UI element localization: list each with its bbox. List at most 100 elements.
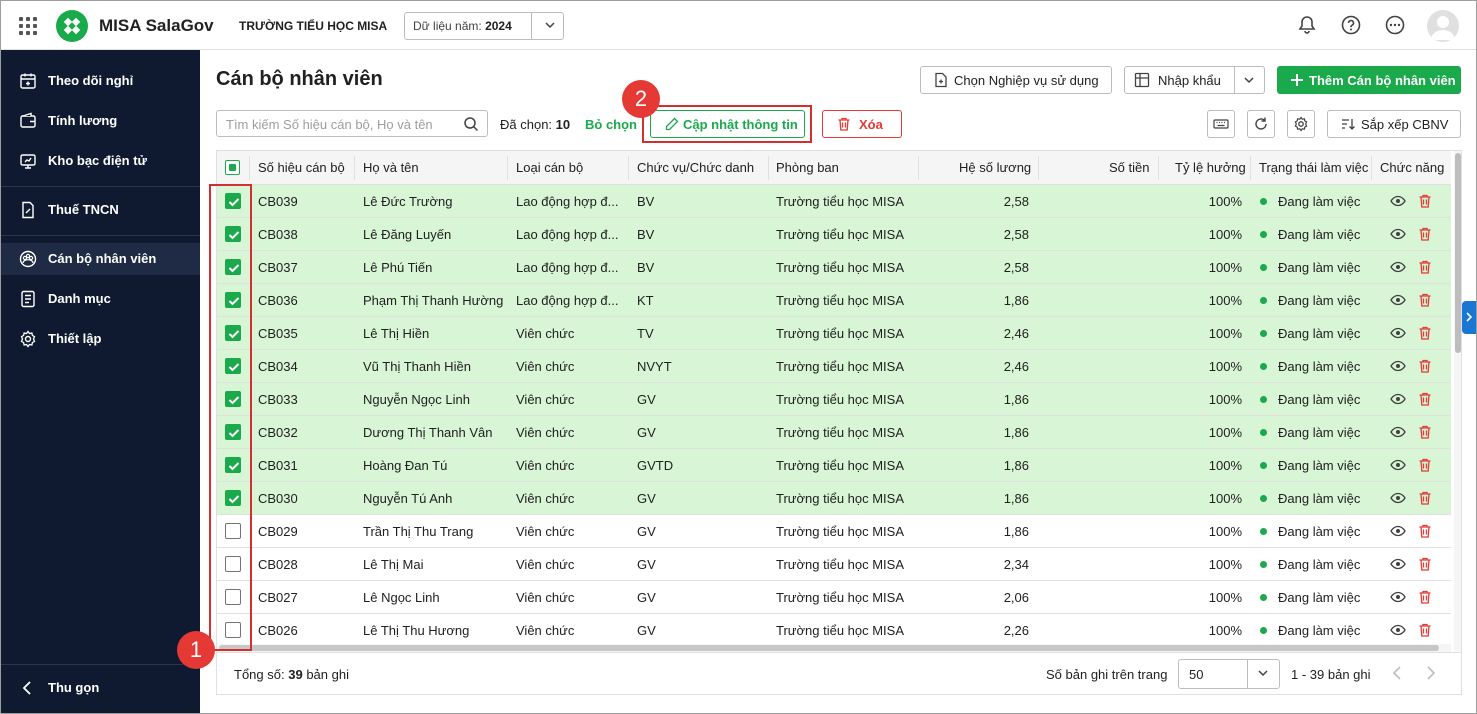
- view-icon[interactable]: [1390, 589, 1406, 605]
- column-header[interactable]: Chức vụ/Chức danh: [637, 160, 754, 175]
- trash-icon[interactable]: [1417, 424, 1433, 440]
- trash-icon[interactable]: [1417, 589, 1433, 605]
- cell-type: Viên chức: [516, 359, 575, 374]
- table-row[interactable]: CB031 Hoàng Đan Tú Viên chức GVTD Trường tiể…: [217, 449, 1451, 482]
- trash-icon[interactable]: [1417, 358, 1433, 374]
- view-icon[interactable]: [1390, 523, 1406, 539]
- add-staff-button[interactable]: Thêm Cán bộ nhân viên: [1277, 66, 1461, 94]
- vertical-scrollbar[interactable]: [1454, 151, 1461, 651]
- cell-coef: 2,34: [1003, 557, 1029, 572]
- cell-type: Lao động hợp đ...: [516, 260, 619, 275]
- table-row[interactable]: CB033 Nguyễn Ngọc Linh Viên chức GV Trường t…: [217, 383, 1451, 416]
- table-row[interactable]: CB026 Lê Thị Thu Hương Viên chức GV Trường t…: [217, 614, 1451, 647]
- view-icon[interactable]: [1390, 424, 1406, 440]
- keyboard-button[interactable]: [1207, 110, 1235, 138]
- table-row[interactable]: CB034 Vũ Thị Thanh Hiền Viên chức NVYT Trườn…: [217, 350, 1451, 383]
- per-page-select[interactable]: 50: [1178, 659, 1280, 689]
- table-row[interactable]: CB035 Lê Thị Hiền Viên chức TV Trường tiểu h…: [217, 317, 1451, 350]
- view-icon[interactable]: [1390, 193, 1406, 209]
- cell-position: GV: [637, 557, 656, 572]
- sidebar-item-payroll[interactable]: Tính lương: [1, 105, 200, 137]
- table-row[interactable]: CB027 Lê Ngọc Linh Viên chức GV Trường tiểu …: [217, 581, 1451, 614]
- cell-rate: 100%: [1208, 425, 1242, 440]
- trash-icon[interactable]: [1417, 325, 1433, 341]
- trash-icon[interactable]: [1417, 193, 1433, 209]
- view-icon[interactable]: [1390, 490, 1406, 506]
- trash-icon[interactable]: [1417, 259, 1433, 275]
- column-header[interactable]: Phòng ban: [776, 160, 839, 175]
- prev-page-icon[interactable]: [1390, 665, 1404, 681]
- table-row[interactable]: CB037 Lê Phú Tiến Lao động hợp đ... BV Trườn…: [217, 251, 1451, 284]
- column-header[interactable]: Hệ số lương: [959, 160, 1031, 175]
- deselect-link[interactable]: Bỏ chọn: [585, 117, 637, 132]
- sidebar-item-settings[interactable]: Thiết lập: [1, 323, 200, 355]
- trash-icon[interactable]: [1417, 490, 1433, 506]
- trash-icon[interactable]: [1417, 391, 1433, 407]
- table-row[interactable]: CB029 Trần Thị Thu Trang Viên chức GV Trường…: [217, 515, 1451, 548]
- apps-grid-icon[interactable]: [19, 17, 37, 35]
- column-header[interactable]: Tỷ lệ hưởng: [1175, 160, 1246, 175]
- refresh-button[interactable]: [1247, 110, 1275, 138]
- more-icon[interactable]: [1384, 14, 1406, 36]
- table-row[interactable]: CB032 Dương Thị Thanh Vân Viên chức GV Trườn…: [217, 416, 1451, 449]
- settings-button[interactable]: [1287, 110, 1315, 138]
- cell-type: Lao động hợp đ...: [516, 227, 619, 242]
- cell-status: Đang làm việc: [1278, 392, 1361, 407]
- next-page-icon[interactable]: [1424, 665, 1438, 681]
- avatar[interactable]: [1427, 10, 1459, 42]
- column-header[interactable]: Số hiệu cán bộ: [258, 160, 345, 175]
- search-input[interactable]: Tìm kiếm Số hiệu cán bộ, Họ và tên: [216, 110, 488, 137]
- column-header[interactable]: Trạng thái làm việc: [1259, 160, 1368, 175]
- trash-icon[interactable]: [1417, 457, 1433, 473]
- import-button[interactable]: Nhập khẩu: [1124, 66, 1265, 94]
- cell-position: GV: [637, 623, 656, 638]
- sidebar-item-staff[interactable]: Cán bộ nhân viên: [1, 243, 200, 275]
- side-panel-toggle[interactable]: [1462, 301, 1476, 334]
- choose-service-button[interactable]: Chọn Nghiệp vụ sử dụng: [920, 66, 1112, 94]
- column-header[interactable]: Số tiền: [1109, 160, 1149, 175]
- table-row[interactable]: CB039 Lê Đức Trường Lao động hợp đ... BV Trư…: [217, 185, 1451, 218]
- table-row[interactable]: CB036 Phạm Thị Thanh Hường Lao động hợp đ.…: [217, 284, 1451, 317]
- sort-staff-button[interactable]: Sắp xếp CBNV: [1327, 110, 1461, 138]
- view-icon[interactable]: [1390, 259, 1406, 275]
- view-icon[interactable]: [1390, 292, 1406, 308]
- chevron-down-icon[interactable]: [1242, 73, 1256, 87]
- cell-position: GVTD: [637, 458, 674, 473]
- view-icon[interactable]: [1390, 622, 1406, 638]
- view-icon[interactable]: [1390, 226, 1406, 242]
- cell-name: Trần Thị Thu Trang: [363, 524, 474, 539]
- cell-type: Viên chức: [516, 326, 575, 341]
- cell-type: Lao động hợp đ...: [516, 293, 619, 308]
- table-row[interactable]: CB028 Lê Thị Mai Viên chức GV Trường tiểu họ…: [217, 548, 1451, 581]
- column-header[interactable]: Loại cán bộ: [516, 160, 583, 175]
- trash-icon[interactable]: [1417, 556, 1433, 572]
- trash-icon[interactable]: [1417, 622, 1433, 638]
- sidebar-item-tax[interactable]: Thuế TNCN: [1, 194, 200, 226]
- column-header[interactable]: Họ và tên: [363, 160, 419, 175]
- select-all-checkbox[interactable]: [225, 160, 240, 175]
- view-icon[interactable]: [1390, 325, 1406, 341]
- help-icon[interactable]: [1340, 14, 1362, 36]
- sidebar-item-catalog[interactable]: Danh mục: [1, 283, 200, 315]
- sidebar-item-treasury[interactable]: Kho bạc điện tử: [1, 145, 200, 177]
- cell-position: TV: [637, 326, 654, 341]
- trash-icon[interactable]: [1417, 292, 1433, 308]
- sidebar-collapse-button[interactable]: Thu gọn: [1, 672, 200, 704]
- delete-button[interactable]: Xóa: [822, 110, 902, 138]
- table-row[interactable]: CB030 Nguyễn Tú Anh Viên chức GV Trường tiểu…: [217, 482, 1451, 515]
- cell-name: Phạm Thị Thanh Hường: [363, 293, 504, 308]
- horizontal-scrollbar[interactable]: [217, 644, 1451, 652]
- trash-icon[interactable]: [1417, 523, 1433, 539]
- trash-icon[interactable]: [1417, 226, 1433, 242]
- cell-code: CB028: [258, 557, 298, 572]
- cell-coef: 1,86: [1003, 491, 1029, 506]
- table-row[interactable]: CB038 Lê Đăng Luyến Lao động hợp đ... BV Trư…: [217, 218, 1451, 251]
- view-icon[interactable]: [1390, 391, 1406, 407]
- view-icon[interactable]: [1390, 457, 1406, 473]
- view-icon[interactable]: [1390, 358, 1406, 374]
- cell-rate: 100%: [1208, 458, 1242, 473]
- year-select[interactable]: Dữ liệu năm: 2024: [404, 12, 564, 40]
- bell-icon[interactable]: [1296, 14, 1318, 36]
- view-icon[interactable]: [1390, 556, 1406, 572]
- sidebar-item-leave-tracking[interactable]: Theo dõi nghỉ: [1, 65, 200, 97]
